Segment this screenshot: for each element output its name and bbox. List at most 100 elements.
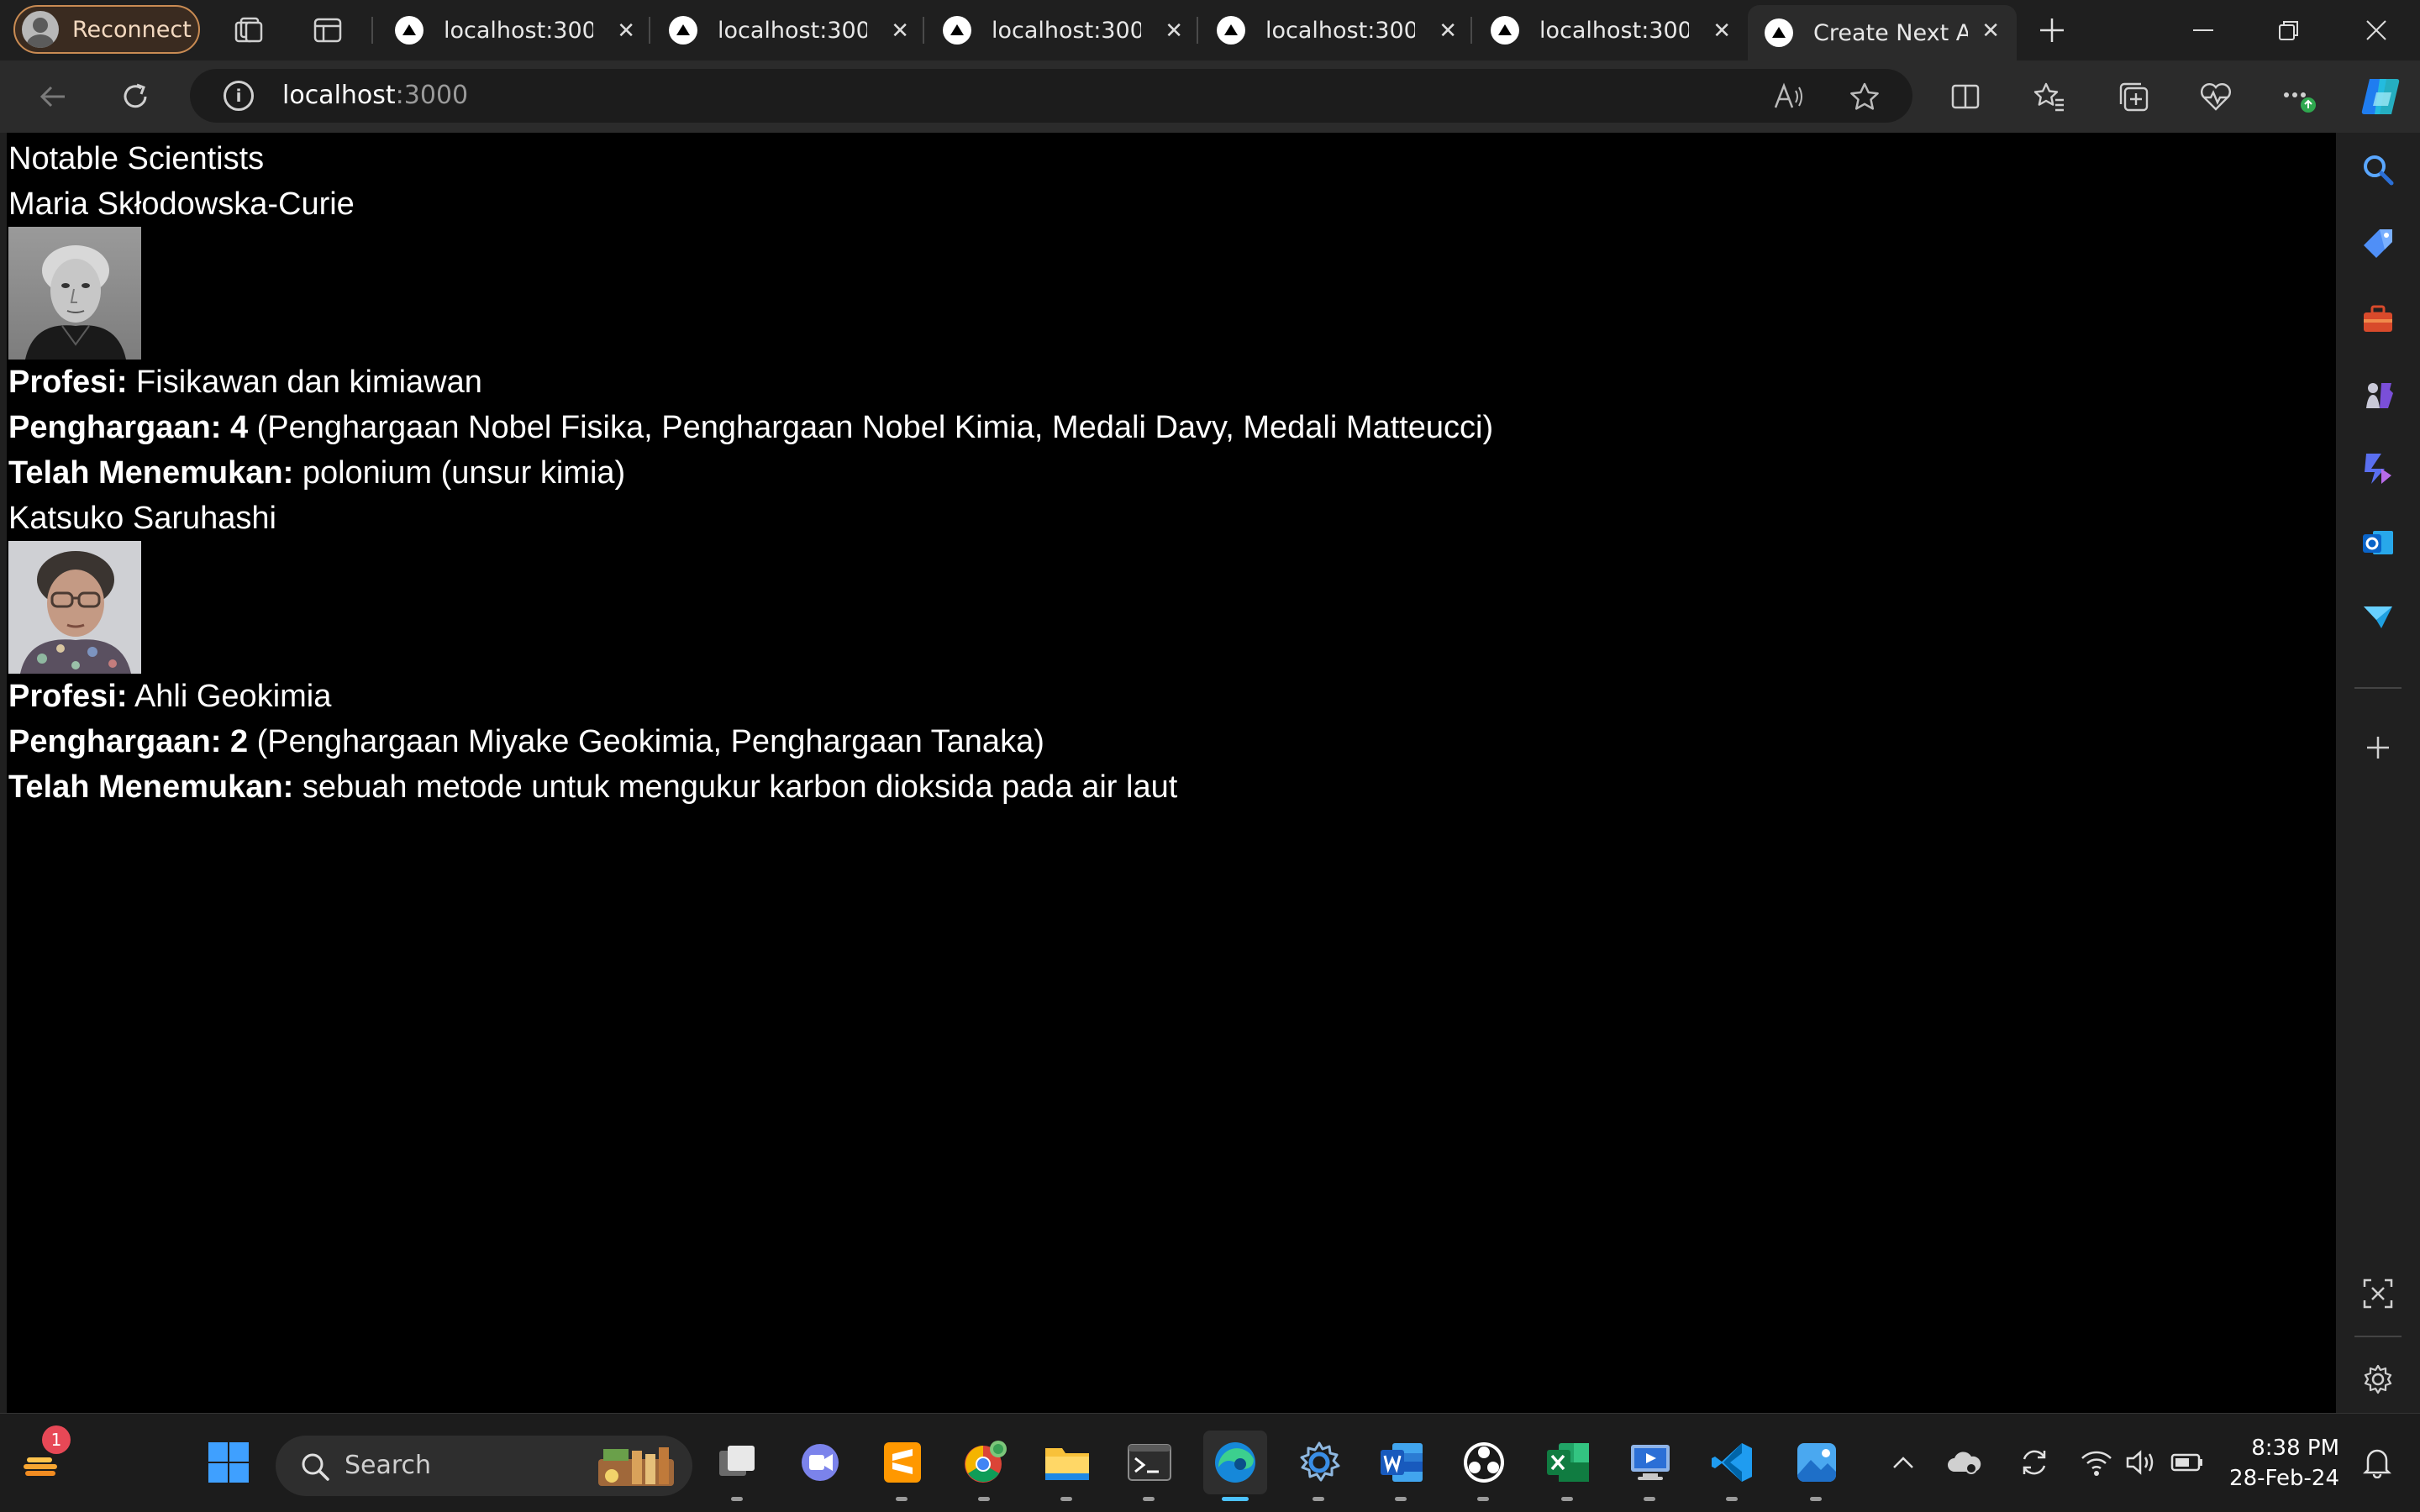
copilot-designer-icon[interactable] [2360,450,2396,487]
minimize-icon[interactable] [2178,10,2228,50]
add-icon[interactable] [2360,729,2396,766]
running-indicator [1222,1497,1249,1501]
sublime-text-icon[interactable] [871,1431,934,1501]
running-indicator [731,1497,743,1501]
toolbox-icon[interactable] [2360,301,2396,338]
discovery-row: Telah Menemukan: sebuah metode untuk men… [8,764,1493,810]
tab-active[interactable]: Create Next Ap ✕ [1748,5,2017,60]
discovery-label: Telah Menemukan: [8,769,294,805]
running-indicator [1726,1497,1738,1501]
discovery-value: sebuah metode untuk mengukur karbon diok… [293,769,1178,805]
volume-icon[interactable] [2121,1431,2163,1494]
tab-title: localhost:3000 [1539,17,1689,44]
start-windows-icon[interactable] [197,1431,260,1494]
tab-title: localhost:3000 [444,17,593,44]
close-tab-icon[interactable]: ✕ [1981,20,2000,42]
notification-badge: 1 [42,1425,71,1454]
taskbar-search-input[interactable]: Search [276,1436,692,1496]
sidebar-divider [2354,687,2402,689]
workspaces-icon[interactable] [230,12,267,49]
tab[interactable]: localhost:3000 ✕ [652,5,926,55]
vercel-logo-icon [669,16,697,45]
tab[interactable]: localhost:3000 ✕ [1474,5,1748,55]
profile-reconnect-button[interactable]: Reconnect [13,5,200,54]
tab-actions-icon[interactable] [309,12,346,49]
tab[interactable]: localhost:3000 ✕ [1200,5,1474,55]
send-icon[interactable] [2360,598,2396,635]
clock-time[interactable]: 8:38 PM [2218,1436,2339,1461]
chess-icon[interactable] [2360,376,2396,413]
site-info-icon[interactable]: i [224,81,254,111]
running-indicator [1561,1497,1573,1501]
more-options-icon[interactable] [2279,77,2317,116]
collections-icon[interactable] [2114,77,2153,116]
close-tab-icon[interactable]: ✕ [617,20,635,42]
edge-icon[interactable] [1203,1431,1267,1501]
close-tab-icon[interactable]: ✕ [891,20,909,42]
address-bar[interactable]: i localhost:3000 [190,69,1912,123]
vercel-logo-icon [943,16,971,45]
search-placeholder: Search [345,1451,432,1480]
new-tab-icon[interactable] [2033,12,2070,49]
shopping-tag-icon[interactable] [2360,225,2396,262]
file-explorer-icon[interactable] [1035,1431,1099,1501]
tab-strip: Reconnect localhost:3000 ✕ localhost:300… [0,0,2420,60]
vscode-icon[interactable] [1701,1431,1765,1501]
browser-toolbar: i localhost:3000 [0,60,2420,133]
search-icon [302,1453,329,1481]
wifi-icon[interactable] [2075,1431,2118,1494]
refresh-icon[interactable] [116,77,155,116]
profession-value: Ahli Geokimia [127,679,332,714]
search-icon[interactable] [2360,151,2396,188]
close-tab-icon[interactable]: ✕ [1712,20,1731,42]
sync-icon[interactable] [2013,1431,2055,1494]
tab-separator [371,17,373,44]
obs-icon[interactable] [1452,1431,1516,1501]
tab[interactable]: localhost:3000 ✕ [926,5,1200,55]
profile-avatar-icon [22,11,59,48]
task-view-icon[interactable] [706,1431,770,1501]
chevron-up-icon[interactable] [1882,1431,1924,1494]
browser-essentials-icon[interactable] [2196,77,2235,116]
scientist-card: Maria Skłodowska-Curie Profesi: Fisikawa… [8,181,1493,496]
favorites-icon[interactable] [2030,77,2069,116]
restore-icon[interactable] [2264,10,2314,50]
settings-app-icon[interactable] [1287,1431,1351,1501]
awards-value: (Penghargaan Nobel Fisika, Penghargaan N… [248,410,1494,445]
excel-icon[interactable] [1536,1431,1600,1501]
notification-bell-icon[interactable] [2356,1431,2398,1494]
read-aloud-icon[interactable] [1773,81,1805,113]
remote-desktop-icon[interactable] [1618,1431,1682,1501]
close-tab-icon[interactable]: ✕ [1165,20,1183,42]
running-indicator [1060,1497,1072,1501]
close-tab-icon[interactable]: ✕ [1439,20,1457,42]
terminal-icon[interactable] [1118,1431,1181,1501]
close-window-icon[interactable] [2351,10,2402,50]
outlook-icon[interactable] [2360,524,2396,561]
teams-icon[interactable] [788,1431,852,1494]
tab-title: localhost:3000 [1265,17,1415,44]
tab-separator [1197,17,1198,44]
split-screen-icon[interactable] [1946,77,1985,116]
tab-title: localhost:3000 [718,17,867,44]
chrome-icon[interactable] [953,1431,1017,1501]
onedrive-cloud-icon[interactable] [1943,1431,1985,1494]
clock-date[interactable]: 28-Feb-24 [2218,1466,2339,1491]
battery-icon[interactable] [2166,1431,2208,1494]
word-icon[interactable] [1370,1431,1434,1501]
back-arrow-icon[interactable] [34,77,72,116]
vercel-logo-icon [1765,18,1793,47]
scientist-name: Katsuko Saruhashi [8,501,276,536]
settings-gear-icon[interactable] [2360,1361,2396,1398]
profession-row: Profesi: Fisikawan dan kimiawan [8,360,1493,405]
copilot-icon[interactable] [2356,72,2405,121]
awards-label: Penghargaan: 2 [8,724,249,759]
running-indicator [1810,1497,1822,1501]
photos-icon[interactable] [1785,1431,1849,1501]
favorite-star-icon[interactable] [1849,81,1881,113]
address-url[interactable]: localhost:3000 [282,81,468,110]
tab[interactable]: localhost:3000 ✕ [378,5,652,55]
page-heading: Notable Scientists [8,141,265,176]
awards-value: (Penghargaan Miyake Geokimia, Penghargaa… [248,724,1044,759]
screenshot-icon[interactable] [2360,1275,2396,1312]
